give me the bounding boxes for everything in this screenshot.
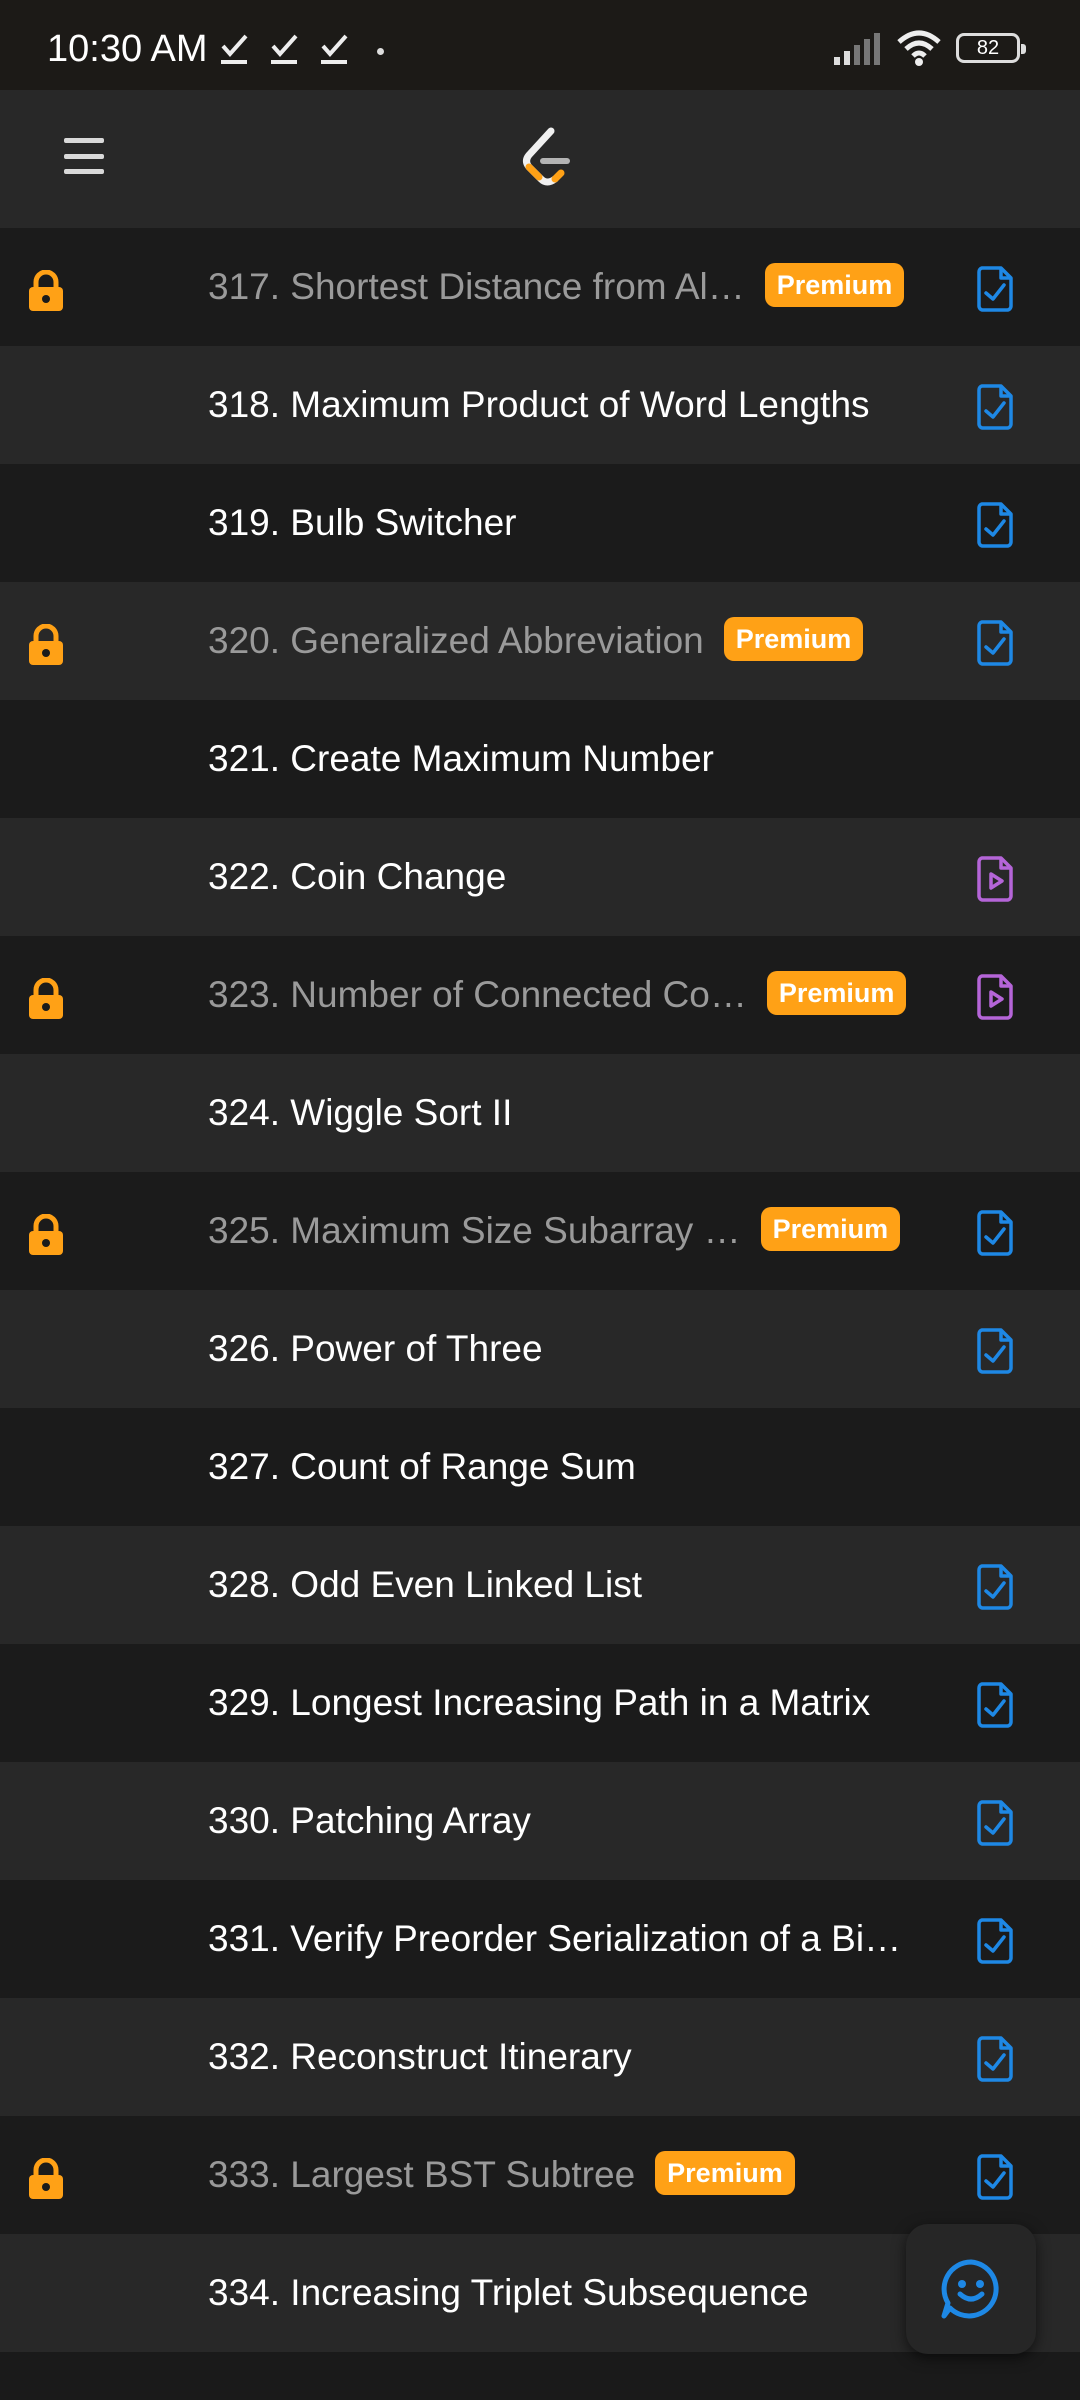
problem-title-text: 322. Coin Change xyxy=(208,856,507,897)
problem-title[interactable]: 326. Power of Three xyxy=(208,1290,543,1408)
solution-article-icon[interactable] xyxy=(976,1564,1014,1610)
problem-title-text: 318. Maximum Product of Word Lengths xyxy=(208,384,870,425)
leetcode-logo[interactable] xyxy=(515,125,579,193)
problem-row[interactable]: 332. Reconstruct Itinerary xyxy=(0,1998,1080,2116)
status-bar: 10:30 AM 82 xyxy=(0,0,1080,90)
problem-title[interactable]: 321. Create Maximum Number xyxy=(208,700,714,818)
battery-icon: 82 xyxy=(956,33,1026,63)
problem-title-text: 325. Maximum Size Subarray … xyxy=(208,1210,741,1251)
problem-title[interactable]: 327. Count of Range Sum xyxy=(208,1408,636,1526)
problem-row[interactable]: 325. Maximum Size Subarray … Premium xyxy=(0,1172,1080,1290)
problem-title-text: 323. Number of Connected Co… xyxy=(208,974,747,1015)
solution-article-icon[interactable] xyxy=(976,2154,1014,2200)
problem-title[interactable]: 332. Reconstruct Itinerary xyxy=(208,1998,632,2116)
lock-icon xyxy=(29,978,63,1019)
hamburger-menu-icon[interactable] xyxy=(64,138,104,174)
solution-article-icon[interactable] xyxy=(976,502,1014,548)
problem-title-text: 319. Bulb Switcher xyxy=(208,502,517,543)
status-time: 10:30 AM xyxy=(47,28,208,70)
problem-title-text: 334. Increasing Triplet Subsequence xyxy=(208,2272,809,2313)
premium-badge: Premium xyxy=(760,1207,901,1252)
task-done-icon xyxy=(221,34,248,64)
feedback-button[interactable] xyxy=(906,2224,1036,2354)
premium-badge: Premium xyxy=(655,2151,795,2196)
lock-icon xyxy=(29,2158,63,2199)
solution-article-icon[interactable] xyxy=(976,1328,1014,1374)
problem-title[interactable]: 328. Odd Even Linked List xyxy=(208,1526,642,1644)
problem-row[interactable]: 320. Generalized Abbreviation Premium xyxy=(0,582,1080,700)
problem-title[interactable]: 322. Coin Change xyxy=(208,818,506,936)
problem-row[interactable]: 317. Shortest Distance from Al… Premium xyxy=(0,228,1080,346)
problem-row[interactable]: 327. Count of Range Sum xyxy=(0,1408,1080,1526)
problem-title[interactable]: 329. Longest Increasing Path in a Matrix xyxy=(208,1644,870,1762)
problem-title[interactable]: 324. Wiggle Sort II xyxy=(208,1054,512,1172)
problem-row[interactable]: 318. Maximum Product of Word Lengths xyxy=(0,346,1080,464)
lock-icon xyxy=(29,270,63,311)
video-solution-icon[interactable] xyxy=(976,974,1014,1020)
problem-row[interactable]: 328. Odd Even Linked List xyxy=(0,1526,1080,1644)
problem-list: 317. Shortest Distance from Al… Premium 3… xyxy=(0,228,1080,2352)
problem-title-text: 328. Odd Even Linked List xyxy=(208,1564,643,1605)
problem-title-text: 330. Patching Array xyxy=(208,1800,531,1841)
premium-badge: Premium xyxy=(764,263,905,308)
problem-row[interactable]: 333. Largest BST Subtree Premium xyxy=(0,2116,1080,2234)
problem-title[interactable]: 320. Generalized Abbreviation Premium xyxy=(208,582,864,700)
problem-title[interactable]: 318. Maximum Product of Word Lengths xyxy=(208,346,870,464)
problem-title-text: 332. Reconstruct Itinerary xyxy=(208,2036,632,2077)
premium-badge: Premium xyxy=(766,971,907,1016)
problem-title-text: 329. Longest Increasing Path in a Matrix xyxy=(208,1682,871,1723)
problem-title[interactable]: 317. Shortest Distance from Al… Premium xyxy=(208,228,905,346)
problem-title[interactable]: 323. Number of Connected Co… Premium xyxy=(208,936,907,1054)
solution-article-icon[interactable] xyxy=(976,1210,1014,1256)
solution-article-icon[interactable] xyxy=(976,266,1014,312)
problem-row[interactable]: 321. Create Maximum Number xyxy=(0,700,1080,818)
problem-title[interactable]: 331. Verify Preorder Serialization of a … xyxy=(208,1880,901,1998)
problem-row[interactable]: 330. Patching Array xyxy=(0,1762,1080,1880)
problem-row[interactable]: 323. Number of Connected Co… Premium xyxy=(0,936,1080,1054)
feedback-smiley-icon xyxy=(941,2259,999,2319)
problem-title-text: 331. Verify Preorder Serialization of a … xyxy=(208,1918,902,1959)
solution-article-icon[interactable] xyxy=(976,384,1014,430)
problem-row[interactable]: 326. Power of Three xyxy=(0,1290,1080,1408)
signal-icon xyxy=(834,33,880,65)
problem-title-text: 321. Create Maximum Number xyxy=(208,738,714,779)
status-indicators: 82 xyxy=(832,30,1026,66)
solution-article-icon[interactable] xyxy=(976,1918,1014,1964)
problem-row[interactable]: 324. Wiggle Sort II xyxy=(0,1054,1080,1172)
video-solution-icon[interactable] xyxy=(976,856,1014,902)
premium-badge: Premium xyxy=(723,617,864,662)
solution-article-icon[interactable] xyxy=(976,620,1014,666)
wifi-icon xyxy=(897,30,941,66)
problem-title-text: 320. Generalized Abbreviation xyxy=(208,620,704,661)
battery-level: 82 xyxy=(976,36,1000,59)
task-done-icon xyxy=(321,34,348,64)
solution-article-icon[interactable] xyxy=(976,2036,1014,2082)
problem-title[interactable]: 325. Maximum Size Subarray … Premium xyxy=(208,1172,901,1290)
lock-icon xyxy=(29,624,63,665)
problem-title[interactable]: 333. Largest BST Subtree Premium xyxy=(208,2116,795,2234)
lock-icon xyxy=(29,1214,63,1255)
problem-title[interactable]: 330. Patching Array xyxy=(208,1762,531,1880)
solution-article-icon[interactable] xyxy=(976,1682,1014,1728)
notification-dot xyxy=(377,48,384,55)
notification-icons xyxy=(218,30,350,66)
problem-row[interactable]: 331. Verify Preorder Serialization of a … xyxy=(0,1880,1080,1998)
solution-article-icon[interactable] xyxy=(976,1800,1014,1846)
problem-title[interactable]: 334. Increasing Triplet Subsequence xyxy=(208,2234,809,2352)
app-bar xyxy=(0,90,1080,228)
problem-row[interactable]: 319. Bulb Switcher xyxy=(0,464,1080,582)
problem-row[interactable]: 329. Longest Increasing Path in a Matrix xyxy=(0,1644,1080,1762)
problem-row[interactable]: 322. Coin Change xyxy=(0,818,1080,936)
problem-title-text: 324. Wiggle Sort II xyxy=(208,1092,513,1133)
problem-title-text: 317. Shortest Distance from Al… xyxy=(208,266,745,307)
task-done-icon xyxy=(271,34,298,64)
problem-title-text: 326. Power of Three xyxy=(208,1328,543,1369)
problem-title-text: 327. Count of Range Sum xyxy=(208,1446,636,1487)
problem-title[interactable]: 319. Bulb Switcher xyxy=(208,464,517,582)
problem-title-text: 333. Largest BST Subtree xyxy=(208,2154,636,2195)
